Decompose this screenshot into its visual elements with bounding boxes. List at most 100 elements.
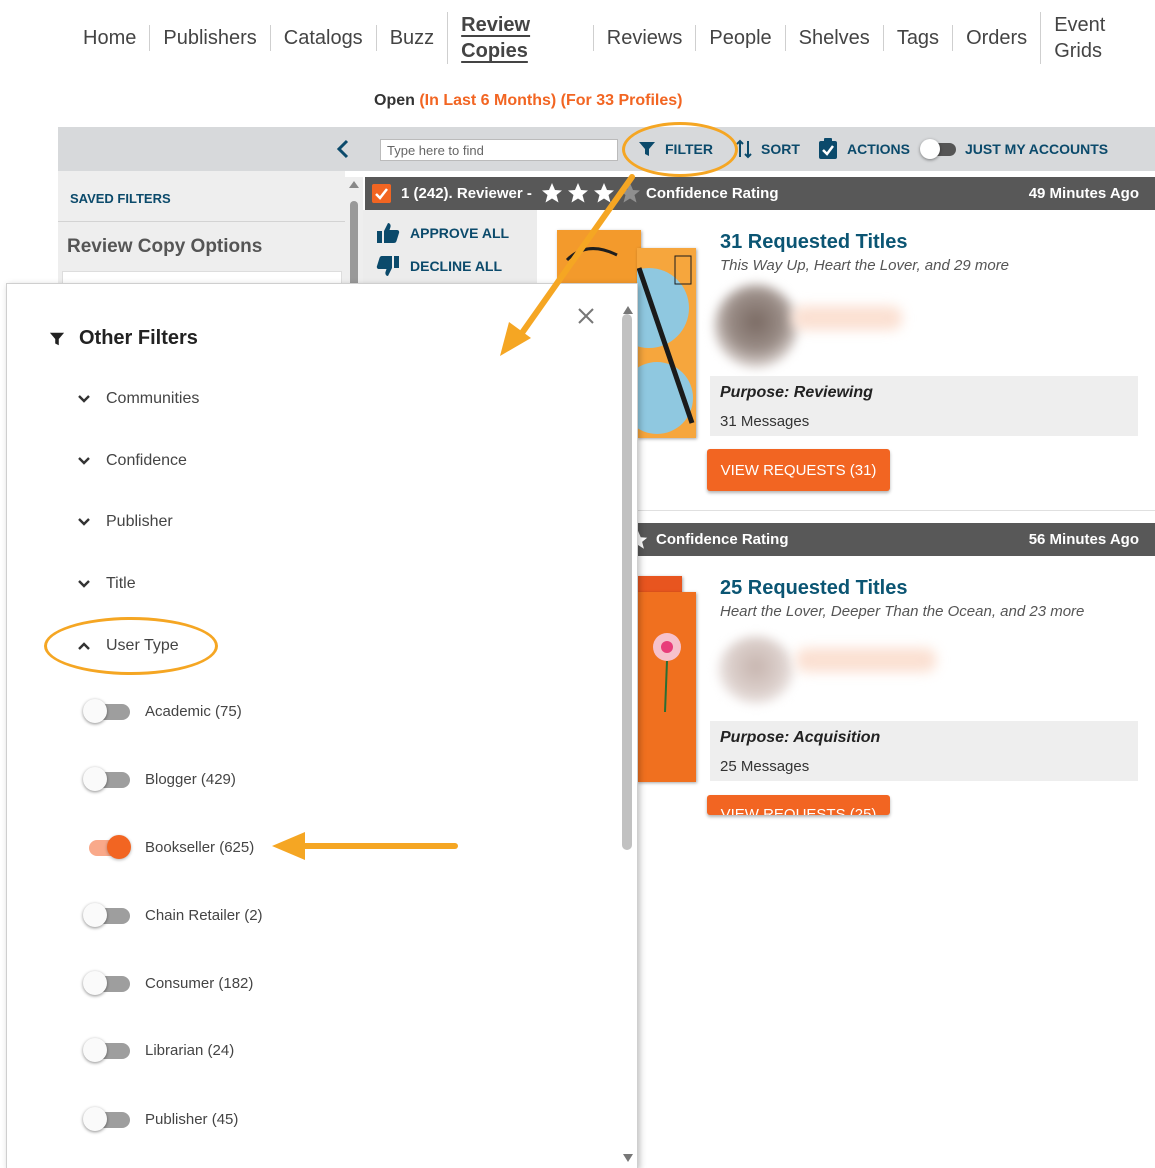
filter-section-confidence[interactable]: Confidence xyxy=(77,452,187,470)
toggle-switch[interactable] xyxy=(83,1107,131,1131)
star-filled-icon xyxy=(568,183,588,203)
thumbs-down-icon xyxy=(376,256,399,276)
user-type-label: Consumer (182) xyxy=(145,974,254,992)
approve-all-button[interactable]: APPROVE ALL xyxy=(376,222,509,244)
messages-count: 25 Messages xyxy=(720,758,810,775)
user-type-chain-retailer: Chain Retailer (2) xyxy=(83,903,263,927)
book-cover-this-way-up[interactable] xyxy=(637,248,696,438)
actions-label: ACTIONS xyxy=(847,141,910,157)
star-empty-icon xyxy=(620,183,640,203)
requester-name-blurred xyxy=(796,648,936,672)
star-filled-icon xyxy=(594,183,614,203)
decline-all-label: DECLINE ALL xyxy=(410,258,503,274)
chevron-left-icon[interactable] xyxy=(333,138,353,160)
request-time: 49 Minutes Ago xyxy=(1028,185,1139,202)
user-type-label: Bookseller (625) xyxy=(145,838,255,856)
purpose-box: Purpose: Reviewing 31 Messages xyxy=(710,376,1138,436)
select-checkbox[interactable] xyxy=(372,184,391,203)
nav-shelves[interactable]: Shelves xyxy=(784,25,883,51)
book-cover-art xyxy=(637,592,696,782)
user-type-consumer: Consumer (182) xyxy=(83,971,253,995)
close-icon[interactable] xyxy=(575,305,597,327)
modal-title: Other Filters xyxy=(49,327,198,350)
status-filter-summary[interactable]: (In Last 6 Months) (For 33 Profiles) xyxy=(419,92,682,109)
filter-section-label: Publisher xyxy=(106,513,173,530)
actions-button[interactable]: ACTIONS xyxy=(818,137,910,161)
search-input[interactable] xyxy=(380,139,618,161)
view-requests-label: VIEW REQUESTS (25) xyxy=(720,806,877,815)
modal-scrollbar[interactable] xyxy=(617,306,637,1168)
filter-section-label: Confidence xyxy=(106,452,187,469)
nav-publishers[interactable]: Publishers xyxy=(149,25,269,51)
other-filters-modal: Other Filters Communities Confidence Pub… xyxy=(6,283,638,1168)
filter-section-communities[interactable]: Communities xyxy=(77,390,199,408)
nav-event-grids[interactable]: Event Grids xyxy=(1040,12,1155,64)
user-type-blogger: Blogger (429) xyxy=(83,767,236,791)
requester-avatar xyxy=(718,636,794,704)
user-type-librarian: Librarian (24) xyxy=(83,1038,234,1062)
nav-tags[interactable]: Tags xyxy=(882,25,952,51)
sort-icon xyxy=(736,139,752,159)
requested-titles-summary: This Way Up, Heart the Lover, and 29 mor… xyxy=(720,257,1010,274)
decline-all-button[interactable]: DECLINE ALL xyxy=(376,255,502,277)
just-my-accounts-toggle[interactable] xyxy=(920,139,956,159)
requested-titles-summary: Heart the Lover, Deeper Than the Ocean, … xyxy=(720,603,1085,620)
user-type-label: Publisher (45) xyxy=(145,1110,239,1128)
filter-section-label: Title xyxy=(106,575,136,592)
filter-section-publisher[interactable]: Publisher xyxy=(77,513,173,531)
view-requests-button[interactable]: VIEW REQUESTS (31) xyxy=(707,449,890,491)
filter-icon xyxy=(49,332,65,345)
toolbar: FILTER SORT ACTIONS JUST MY ACCOUNTS xyxy=(58,127,1155,171)
requested-titles-link[interactable]: 31 Requested Titles xyxy=(720,231,907,254)
requester-name-blurred xyxy=(792,306,902,330)
clipboard-check-icon xyxy=(819,138,837,159)
filter-highlight-annotation xyxy=(622,122,738,177)
toggle-switch[interactable] xyxy=(83,835,131,859)
nav-home[interactable]: Home xyxy=(70,25,149,51)
modal-title-text: Other Filters xyxy=(79,327,198,349)
book-cover-deeper-than-the-ocean[interactable] xyxy=(637,592,696,782)
purpose-label: Purpose: Acquisition xyxy=(720,729,881,746)
messages-count: 31 Messages xyxy=(720,413,810,430)
user-type-label: Blogger (429) xyxy=(145,770,236,788)
approve-all-label: APPROVE ALL xyxy=(410,225,510,241)
user-type-highlight-annotation xyxy=(44,617,218,675)
requested-titles-link[interactable]: 25 Requested Titles xyxy=(720,577,907,600)
nav-reviews[interactable]: Reviews xyxy=(592,25,696,51)
purpose-label: Purpose: Reviewing xyxy=(720,384,873,401)
toggle-switch[interactable] xyxy=(83,1038,131,1062)
view-requests-button[interactable]: VIEW REQUESTS (25) xyxy=(707,795,890,815)
status-line: Open (In Last 6 Months) (For 33 Profiles… xyxy=(374,92,682,110)
view-requests-label: VIEW REQUESTS (31) xyxy=(720,461,877,479)
user-type-academic: Academic (75) xyxy=(83,699,242,723)
bulk-actions: APPROVE ALL DECLINE ALL xyxy=(363,210,537,290)
saved-filters-link[interactable]: SAVED FILTERS xyxy=(70,191,171,206)
user-type-publisher: Publisher (45) xyxy=(83,1107,238,1131)
reviewer-title: 1 (242). Reviewer - xyxy=(401,185,532,202)
confidence-stars xyxy=(540,181,642,205)
request-header: 1 (242). Reviewer - Confidence Rating 49… xyxy=(365,177,1155,210)
nav-catalogs[interactable]: Catalogs xyxy=(269,25,376,51)
sort-button[interactable]: SORT xyxy=(736,137,800,161)
star-filled-icon xyxy=(542,183,562,203)
user-type-label: Chain Retailer (2) xyxy=(145,906,263,924)
review-copy-options-heading: Review Copy Options xyxy=(67,236,263,257)
toggle-switch[interactable] xyxy=(83,903,131,927)
toggle-switch[interactable] xyxy=(83,971,131,995)
nav-review-copies[interactable]: Review Copies xyxy=(447,12,593,64)
user-type-label: Librarian (24) xyxy=(145,1041,235,1059)
filter-section-title[interactable]: Title xyxy=(77,575,136,593)
status-prefix: Open xyxy=(374,92,415,109)
filter-section-label: Communities xyxy=(106,390,200,407)
chevron-down-icon xyxy=(78,518,90,526)
user-type-label: Academic (75) xyxy=(145,702,242,720)
thumbs-up-icon xyxy=(377,223,400,243)
user-type-bookseller: Bookseller (625) xyxy=(83,835,254,859)
toggle-switch[interactable] xyxy=(83,699,131,723)
sort-label: SORT xyxy=(761,141,800,157)
nav-buzz[interactable]: Buzz xyxy=(375,25,447,51)
toggle-switch[interactable] xyxy=(83,767,131,791)
main-scrollbar[interactable] xyxy=(345,177,363,291)
nav-orders[interactable]: Orders xyxy=(952,25,1040,51)
nav-people[interactable]: People xyxy=(695,25,784,51)
